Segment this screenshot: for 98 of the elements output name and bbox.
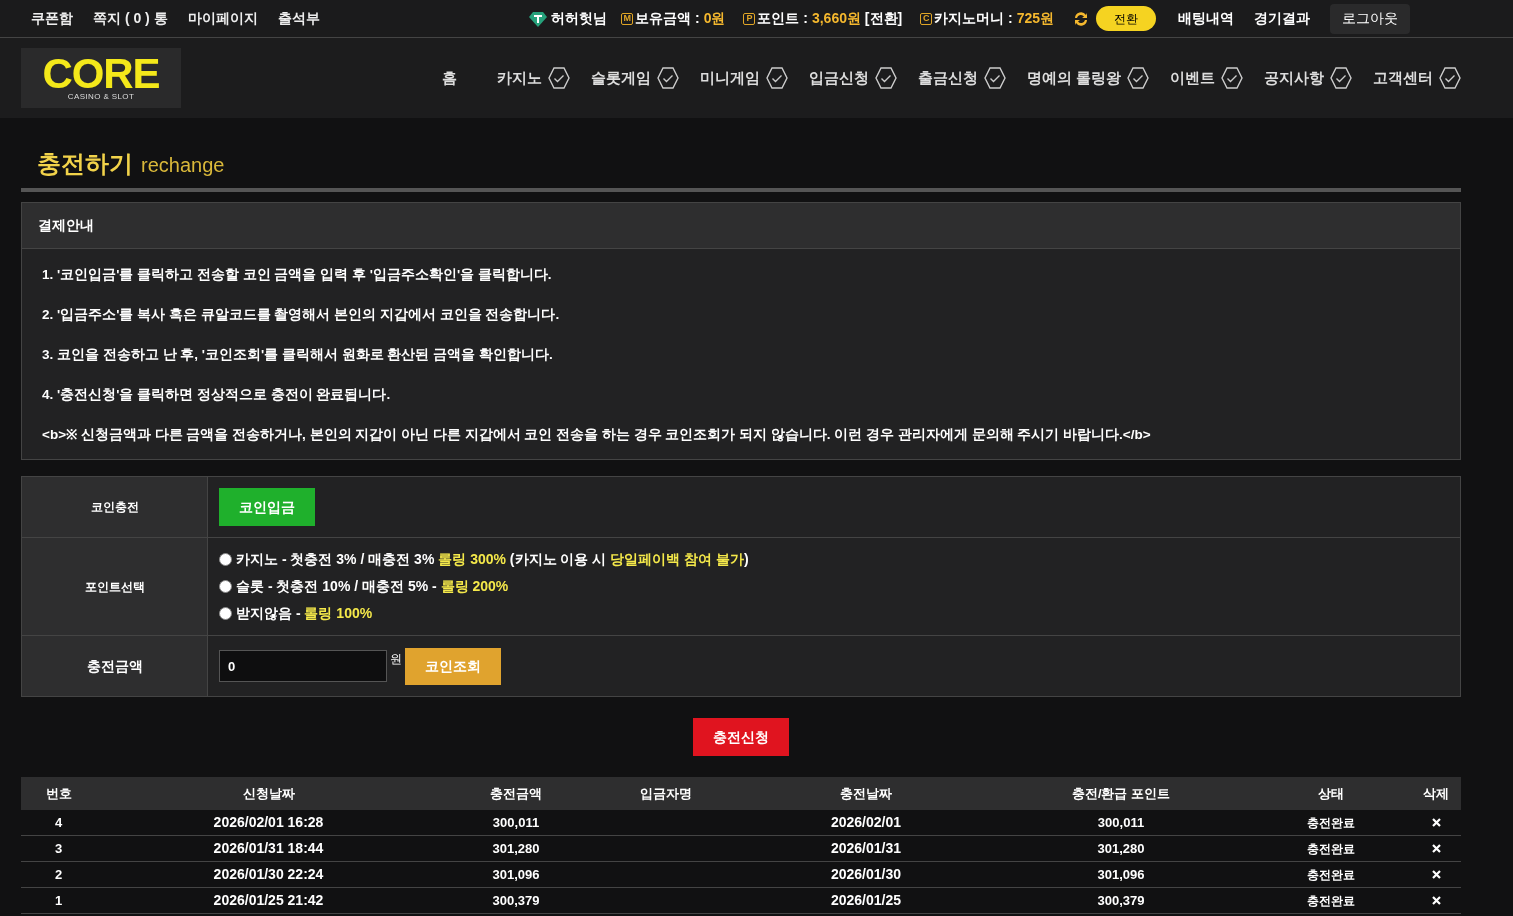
table-cell: 300,379 xyxy=(492,892,540,908)
option-text: 슬롯 - 첫충전 10% / 매충전 5% - xyxy=(236,577,438,596)
username: 허허헛님 xyxy=(551,9,608,28)
column-header: 충전/환급 포인트 xyxy=(1071,785,1171,801)
check-icon xyxy=(546,66,571,90)
table-cell: 충전완료 xyxy=(1307,867,1355,882)
amount-field[interactable]: 0 xyxy=(219,650,387,682)
table-cell: 4 xyxy=(54,814,63,830)
nav-item[interactable]: 명예의 롤링왕 xyxy=(1026,66,1150,90)
nav-item[interactable]: 이벤트 xyxy=(1170,66,1244,90)
table-cell: 충전완료 xyxy=(1307,893,1355,908)
delete-icon[interactable] xyxy=(1431,818,1441,827)
table-cell: 2026/01/25 xyxy=(830,892,902,908)
badge-icon: C xyxy=(920,12,933,25)
table-cell: 2026/01/30 22:24 xyxy=(213,866,324,882)
form-label: 충전금액 xyxy=(86,656,143,676)
radio-button[interactable] xyxy=(219,580,232,593)
option-text: 롤링 300% xyxy=(438,550,506,569)
column-header: 충전금액 xyxy=(490,785,542,801)
table-cell: 2026/01/31 18:44 xyxy=(213,840,324,856)
check-icon xyxy=(1438,66,1462,90)
unit-label: 원 xyxy=(390,651,402,668)
table-cell: 301,280 xyxy=(1097,840,1145,856)
column-header: 충전날짜 xyxy=(840,785,892,801)
option-text: 당일페이백 참여 불가 xyxy=(610,550,744,569)
submit-button[interactable]: 충전신청 xyxy=(693,718,789,756)
top-link[interactable]: 마이페이지 xyxy=(187,8,258,29)
refresh-icon[interactable] xyxy=(1072,9,1090,28)
delete-icon[interactable] xyxy=(1431,844,1441,853)
nav-item[interactable]: 출금신청 xyxy=(917,66,1007,90)
table-cell: 1 xyxy=(54,892,63,908)
table-cell: 2 xyxy=(54,866,63,882)
notice-line: 1. '코인입금'를 클릭하고 전송할 코인 금액을 입력 후 '입금주소확인'을 클릭합니다. xyxy=(42,266,553,284)
table-cell: 2026/02/01 16:28 xyxy=(213,814,324,830)
form-label: 코인충전 xyxy=(90,499,139,516)
check-icon xyxy=(764,66,789,90)
notice-line: <b>※ 신청금액과 다른 금액을 전송하거나, 본인의 지갑이 아닌 다른 지갑에서 코인 전송을 하는 경우 코인조회가 되지 않습니다. 이런 경우 관리자에게 문의해 주시기 바랍니다.</b> xyxy=(42,426,1152,444)
convert-button[interactable]: 전환 xyxy=(1096,6,1156,31)
table-cell: 300,379 xyxy=(1097,892,1145,908)
table-cell: 301,280 xyxy=(492,840,540,856)
check-icon xyxy=(1126,66,1150,90)
option-text: 카지노 - 첫충전 3% / 매충전 3% xyxy=(236,550,436,569)
page-title: 충전하기 xyxy=(37,149,133,179)
check-icon xyxy=(1329,66,1353,90)
check-icon xyxy=(982,66,1007,90)
radio-button[interactable] xyxy=(219,607,232,620)
top-link[interactable]: 경기결과 xyxy=(1254,8,1310,29)
table-cell: 300,011 xyxy=(492,814,540,830)
option-text: 롤링 100% xyxy=(304,604,373,623)
top-link[interactable]: 쪽지 ( 0 ) 통 xyxy=(93,8,168,29)
column-header: 삭제 xyxy=(1423,785,1449,801)
option-text: 받지않음 - xyxy=(236,604,302,623)
nav-item[interactable]: 슬롯게임 xyxy=(590,66,680,90)
top-link[interactable]: 쿠폰함 xyxy=(31,8,73,29)
badge-icon: P xyxy=(743,12,756,25)
check-icon xyxy=(1220,66,1244,90)
column-header: 신청날짜 xyxy=(242,785,295,801)
top-link[interactable]: 출석부 xyxy=(277,8,320,29)
table-cell: 2026/02/01 xyxy=(830,814,902,830)
table-cell: 300,011 xyxy=(1097,814,1145,830)
table-cell: 301,096 xyxy=(1097,866,1145,882)
nav-item[interactable]: 입금신청 xyxy=(808,66,898,90)
table-cell: 충전완료 xyxy=(1307,841,1355,856)
logout-button[interactable]: 로그아웃 xyxy=(1330,3,1410,34)
balance-text: 보유금액 : 0원 xyxy=(635,9,726,28)
notice-line: 2. '입금주소'를 복사 혹은 큐알코드를 촬영해서 본인의 지갑에서 코인을 전송합니다. xyxy=(42,306,561,324)
notice-line: 3. 코인을 전송하고 난 후, '코인조회'를 클릭해서 원화로 환산된 금액을 확인합니다. xyxy=(42,346,554,364)
option-text: (카지노 이용 시 xyxy=(508,550,608,569)
radio-button[interactable] xyxy=(219,553,232,566)
check-icon xyxy=(655,66,680,90)
nav-item[interactable]: 고객센터 xyxy=(1373,66,1462,90)
top-link[interactable]: 배팅내역 xyxy=(1178,8,1234,29)
balance-text: 카지노머니 : 725원 xyxy=(934,9,1054,28)
table-cell: 3 xyxy=(54,840,63,856)
table-cell: 2026/01/30 xyxy=(830,866,902,882)
notice-line: 4. '충전신청'을 클릭하면 정상적으로 충전이 완료됩니다. xyxy=(42,386,392,404)
nav-item[interactable]: 미니게임 xyxy=(699,66,789,90)
column-header: 입금자명 xyxy=(640,785,692,801)
option-text: ) xyxy=(743,550,749,569)
column-header: 상태 xyxy=(1318,785,1344,801)
delete-icon[interactable] xyxy=(1431,870,1441,879)
table-cell: 충전완료 xyxy=(1307,815,1355,830)
option-text: 롤링 200% xyxy=(440,577,509,596)
check-icon xyxy=(873,66,898,90)
delete-icon[interactable] xyxy=(1431,896,1441,905)
column-header: 번호 xyxy=(45,785,72,801)
tether-icon xyxy=(529,10,548,27)
table-cell: 2026/01/31 xyxy=(830,840,902,856)
nav-item[interactable]: 공지사항 xyxy=(1264,66,1353,90)
badge-icon: M xyxy=(621,12,634,25)
balance-text: 포인트 : 3,660원 [전환] xyxy=(757,9,903,28)
nav-item[interactable]: 홈 xyxy=(441,66,457,90)
nav-item[interactable]: 카지노 xyxy=(496,66,571,90)
page-subtitle: rechange xyxy=(141,153,225,178)
table-cell: 301,096 xyxy=(492,866,540,882)
notice-title: 결제안내 xyxy=(22,203,1460,249)
form-label: 포인트선택 xyxy=(84,578,145,596)
table-cell: 2026/01/25 21:42 xyxy=(213,892,324,908)
